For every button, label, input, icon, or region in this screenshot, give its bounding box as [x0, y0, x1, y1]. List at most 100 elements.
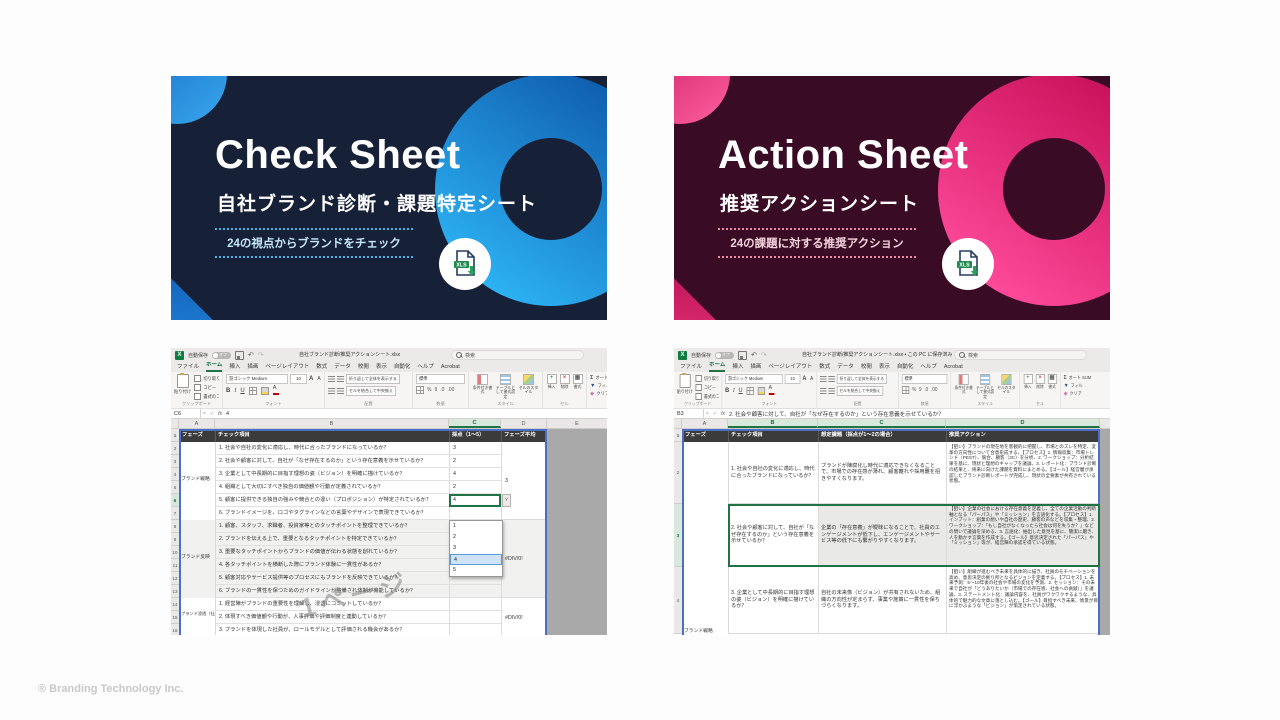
comma-style-icon[interactable]: 9 [434, 387, 437, 393]
phase-cell[interactable]: ブランド浸透（社内） [181, 611, 215, 617]
save-icon[interactable] [738, 351, 747, 360]
question-cell[interactable]: 1. 社会や自社の変化に適応し、時代に合ったブランドになっているか？ [216, 442, 450, 455]
action-cell[interactable]: 【狙い】ブランドの現在地を客観的に把握し、市場とのズレを特定、変革の方向性につい… [947, 442, 1101, 504]
cell-styles-button[interactable]: セルのスタイル [997, 374, 1017, 401]
italic-button[interactable]: I [234, 388, 236, 394]
redo-icon[interactable]: ↷ [761, 352, 767, 359]
question-cell[interactable]: 3. 重要なタッチポイントからブランドの価値が伝わる状態を創れているか？ [216, 546, 450, 559]
paste-button[interactable]: 貼り付け [174, 374, 191, 401]
row-number[interactable]: 6 [171, 494, 180, 507]
conditional-formatting-button[interactable]: 条件付き書式 [954, 374, 974, 401]
tab-view[interactable]: 表示 [879, 362, 890, 372]
shrink-font-button[interactable]: A [317, 376, 320, 382]
tab-formulas[interactable]: 数式 [316, 362, 327, 372]
borders-icon[interactable] [249, 387, 257, 395]
align-center-icon[interactable] [337, 388, 344, 394]
question-cell[interactable]: 3. ブランドを体現した社員が、ロールモデルとして評価される機会があるか？ [216, 624, 450, 635]
tab-help[interactable]: ヘルプ [417, 362, 434, 372]
cancel-icon[interactable]: × [203, 411, 206, 417]
select-all-corner[interactable] [674, 419, 682, 428]
copy-button[interactable]: コピー [696, 384, 719, 391]
font-color-icon[interactable]: A [273, 386, 279, 395]
column-header-c[interactable]: C [449, 419, 501, 428]
row-number[interactable]: 5 [171, 481, 180, 494]
row-number[interactable]: 4 [674, 567, 683, 634]
conditional-formatting-button[interactable]: 条件付き書式 [472, 374, 493, 401]
fill-color-icon[interactable] [261, 387, 269, 395]
question-cell[interactable]: 3. 企業として中長期的に目指す理想の姿（ビジョン）を明確に描けているか？ [729, 567, 819, 634]
tab-draw[interactable]: 描画 [247, 362, 258, 372]
align-middle-icon[interactable] [828, 376, 835, 382]
fill-color-icon[interactable] [757, 387, 764, 395]
number-format-select[interactable]: 標準 [416, 374, 465, 384]
tab-view[interactable]: 表示 [376, 362, 387, 372]
number-format-select[interactable]: 標準 [902, 374, 948, 384]
tab-automate[interactable]: 自動化 [394, 362, 411, 372]
clear-button[interactable]: ◆クリア [590, 391, 607, 397]
wrap-text-button[interactable]: 折り返して全体を表示する [837, 374, 887, 384]
workbook-filename[interactable]: 自社ブランド診断/推奨アクションシート.xlsx • この PC に保存済み [802, 348, 952, 362]
search-box[interactable]: 検索 [954, 350, 1087, 360]
increase-decimal-icon[interactable]: .0 [924, 387, 928, 393]
question-cell[interactable]: 6. ブランドの一貫性を保つためのガイドラインが整備され体制が機能しているか？ [216, 585, 450, 598]
tab-insert[interactable]: 挿入 [732, 362, 743, 372]
font-size-select[interactable]: 10 [785, 374, 801, 384]
question-cell[interactable]: 1. 経営陣がブランドの重要性を理解し、浸透にコミットしているか？ [216, 598, 450, 611]
align-middle-icon[interactable] [337, 376, 344, 382]
row-number[interactable]: 8 [171, 520, 180, 533]
currency-icon[interactable] [902, 386, 909, 394]
clear-button[interactable]: ◆クリア [1064, 391, 1101, 397]
tab-review[interactable]: 校閲 [358, 362, 369, 372]
format-painter-button[interactable]: 書式のコピー/貼り付け [194, 393, 219, 400]
row-number[interactable]: 11 [171, 559, 180, 572]
phase-average-cell[interactable]: #DIV/0! [502, 520, 547, 598]
question-cell[interactable]: 1. 社会や自社の変化に適応し、時代に合ったブランドになっているか？ [729, 442, 819, 504]
action-cell[interactable]: 【狙い】組織が進むべき未来を具体的に描き、社員のモチベーションを高め、意思決定の… [947, 567, 1101, 634]
row-number[interactable]: 4 [171, 468, 180, 481]
align-top-icon[interactable] [820, 376, 827, 382]
formula-value[interactable]: 4 [226, 411, 229, 417]
insert-cells-button[interactable]: +挿入 [546, 374, 557, 401]
column-header-b[interactable]: B [728, 419, 818, 428]
cancel-icon[interactable]: × [706, 411, 709, 417]
underline-button[interactable]: U [738, 388, 742, 394]
score-cell[interactable]: 4 [450, 468, 502, 481]
dropdown-option[interactable]: 5 [450, 565, 502, 576]
font-color-icon[interactable]: A [769, 386, 775, 395]
column-header-c[interactable]: C [818, 419, 946, 428]
question-cell[interactable]: 2. 社会や顧客に対して、自社が「なぜ存在するのか」という存在意義を示せているか… [729, 504, 819, 567]
tab-acrobat[interactable]: Acrobat [441, 364, 460, 372]
tab-acrobat[interactable]: Acrobat [944, 364, 963, 372]
tab-automate[interactable]: 自動化 [897, 362, 914, 372]
tab-data[interactable]: データ [334, 362, 351, 372]
dropdown-option-selected[interactable]: 4 [450, 554, 502, 565]
tab-page-layout[interactable]: ページレイアウト [768, 362, 812, 372]
row-number[interactable]: 3 [674, 504, 683, 567]
issue-cell[interactable]: ブランドが陳腐化し時代に適応できなくなることで、市場での存在感が薄れ、顧客離れや… [819, 442, 947, 504]
increase-decimal-icon[interactable]: .0 [440, 387, 444, 393]
italic-button[interactable]: I [733, 388, 735, 394]
row-number[interactable]: 1 [674, 429, 683, 442]
decrease-decimal-icon[interactable]: .00 [931, 387, 937, 393]
column-header-d[interactable]: D [946, 419, 1100, 428]
question-cell[interactable]: 5. 顧客に提供できる独自の強みや競合との違い（プロポジション）が特定されている… [216, 494, 450, 507]
row-number[interactable]: 2 [674, 442, 683, 504]
row-number[interactable]: 12 [171, 572, 180, 585]
phase-cell[interactable]: ブランド戦略 [181, 475, 215, 482]
issue-cell[interactable]: 企業の「存在意義」が曖昧になることで、社員のエンゲージメントが低下し、エンゲージ… [819, 504, 947, 567]
save-icon[interactable] [235, 351, 244, 360]
row-number[interactable]: 1 [171, 429, 180, 442]
undo-icon[interactable]: ↶ [751, 352, 757, 359]
font-size-select[interactable]: 10 [290, 374, 307, 384]
tab-formulas[interactable]: 数式 [819, 362, 830, 372]
tab-data[interactable]: データ [837, 362, 854, 372]
row-number[interactable]: 16 [171, 624, 180, 635]
comma-style-icon[interactable]: 9 [919, 387, 922, 393]
decrease-decimal-icon[interactable]: .00 [447, 387, 454, 393]
question-cell[interactable]: 5. 顧客対応やサービス提供等のプロセスにもブランドを反映できているか？ [216, 572, 450, 585]
xls-download-button[interactable]: XLS [942, 238, 994, 290]
tab-review[interactable]: 校閲 [861, 362, 872, 372]
row-number[interactable]: 9 [171, 533, 180, 546]
row-number[interactable]: 13 [171, 585, 180, 598]
font-name-select[interactable]: 游ゴシック Medium [725, 374, 783, 384]
